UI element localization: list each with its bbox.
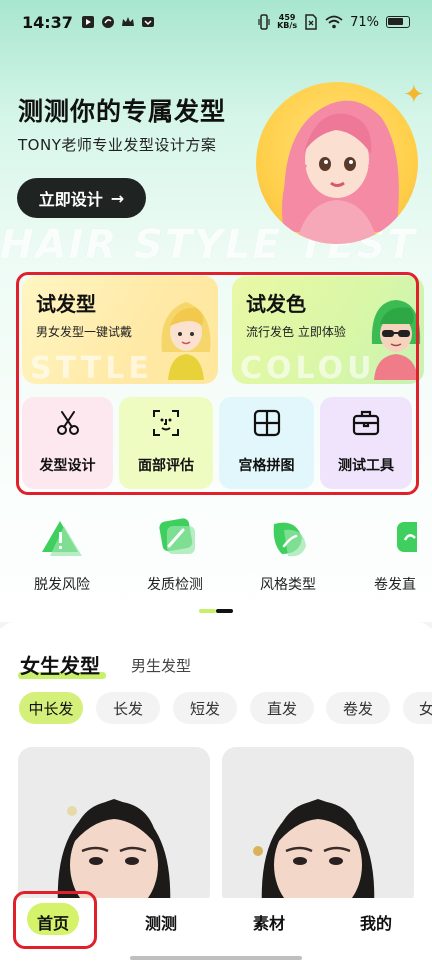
chip-partial[interactable]: 女 (403, 692, 432, 724)
hairstyle-photo[interactable] (222, 747, 414, 907)
nav-profile[interactable]: 我的 (360, 910, 392, 934)
hair-loss-risk-tool[interactable]: 脱发风险 (22, 518, 102, 594)
hair-quality-test-label: 发质检测 (147, 577, 203, 593)
hero-title: 测测你的专属发型 (18, 97, 227, 126)
battery-percent: 71% (350, 14, 379, 30)
pager-dot (216, 609, 233, 613)
hair-quality-test-tool[interactable]: 发质检测 (135, 518, 215, 594)
app-notification-icon-3 (141, 17, 154, 27)
hero-subtitle: TONY老师专业发型设计方案 (18, 136, 217, 154)
hair-loss-risk-label: 脱发风险 (34, 577, 90, 593)
style-type-tool[interactable]: 风格类型 (248, 518, 328, 594)
chip-medium-long[interactable]: 中长发 (19, 692, 83, 724)
hairstyle-photo[interactable] (18, 747, 210, 907)
network-speed: 459 KB/s (277, 14, 297, 30)
home-indicator[interactable] (130, 956, 302, 960)
hero-avatar-illustration (256, 82, 418, 244)
battery-icon (386, 16, 410, 28)
wifi-icon (325, 15, 343, 29)
curl-icon (397, 522, 417, 552)
chip-straight[interactable]: 直发 (250, 692, 314, 724)
tab-male-hairstyles[interactable]: 男生发型 (131, 655, 191, 676)
chip-curly[interactable]: 卷发 (326, 692, 390, 724)
curl-straight-tool[interactable]: 卷发直 (355, 518, 432, 594)
sparkle-icon: ✦ (403, 80, 425, 110)
tab-female-hairstyles[interactable]: 女生发型 (20, 650, 100, 679)
start-design-label: 立即设计 (38, 190, 103, 209)
speed-unit: KB/s (277, 21, 298, 30)
sim-icon (305, 14, 317, 30)
arrow-right-icon: → (110, 188, 125, 208)
nav-materials[interactable]: 素材 (253, 910, 285, 934)
nav-test[interactable]: 测测 (145, 910, 177, 934)
brush-icon (159, 518, 195, 554)
start-design-button[interactable]: 立即设计 → (17, 178, 146, 218)
status-bar: 14:37 459 KB/s 71% (0, 0, 432, 44)
chip-short[interactable]: 短发 (173, 692, 237, 724)
status-time: 14:37 (22, 12, 73, 32)
style-type-label: 风格类型 (260, 577, 316, 593)
hairstyle-photo-image (253, 799, 375, 907)
curl-straight-label: 卷发直 (374, 577, 416, 593)
crown-icon (121, 17, 134, 26)
hairstyle-photo-image (57, 799, 171, 907)
app-notification-icon (81, 16, 94, 28)
vibrate-icon (258, 14, 270, 30)
warning-icon (42, 521, 82, 556)
chip-long[interactable]: 长发 (96, 692, 160, 724)
nav-home-highlight-frame (13, 891, 97, 949)
pager-dot-active (199, 609, 216, 613)
tools-pager-indicator (199, 609, 233, 613)
feature-highlight-frame (16, 272, 419, 495)
leaf-icon (273, 522, 306, 557)
app-notification-icon-2 (101, 16, 114, 28)
